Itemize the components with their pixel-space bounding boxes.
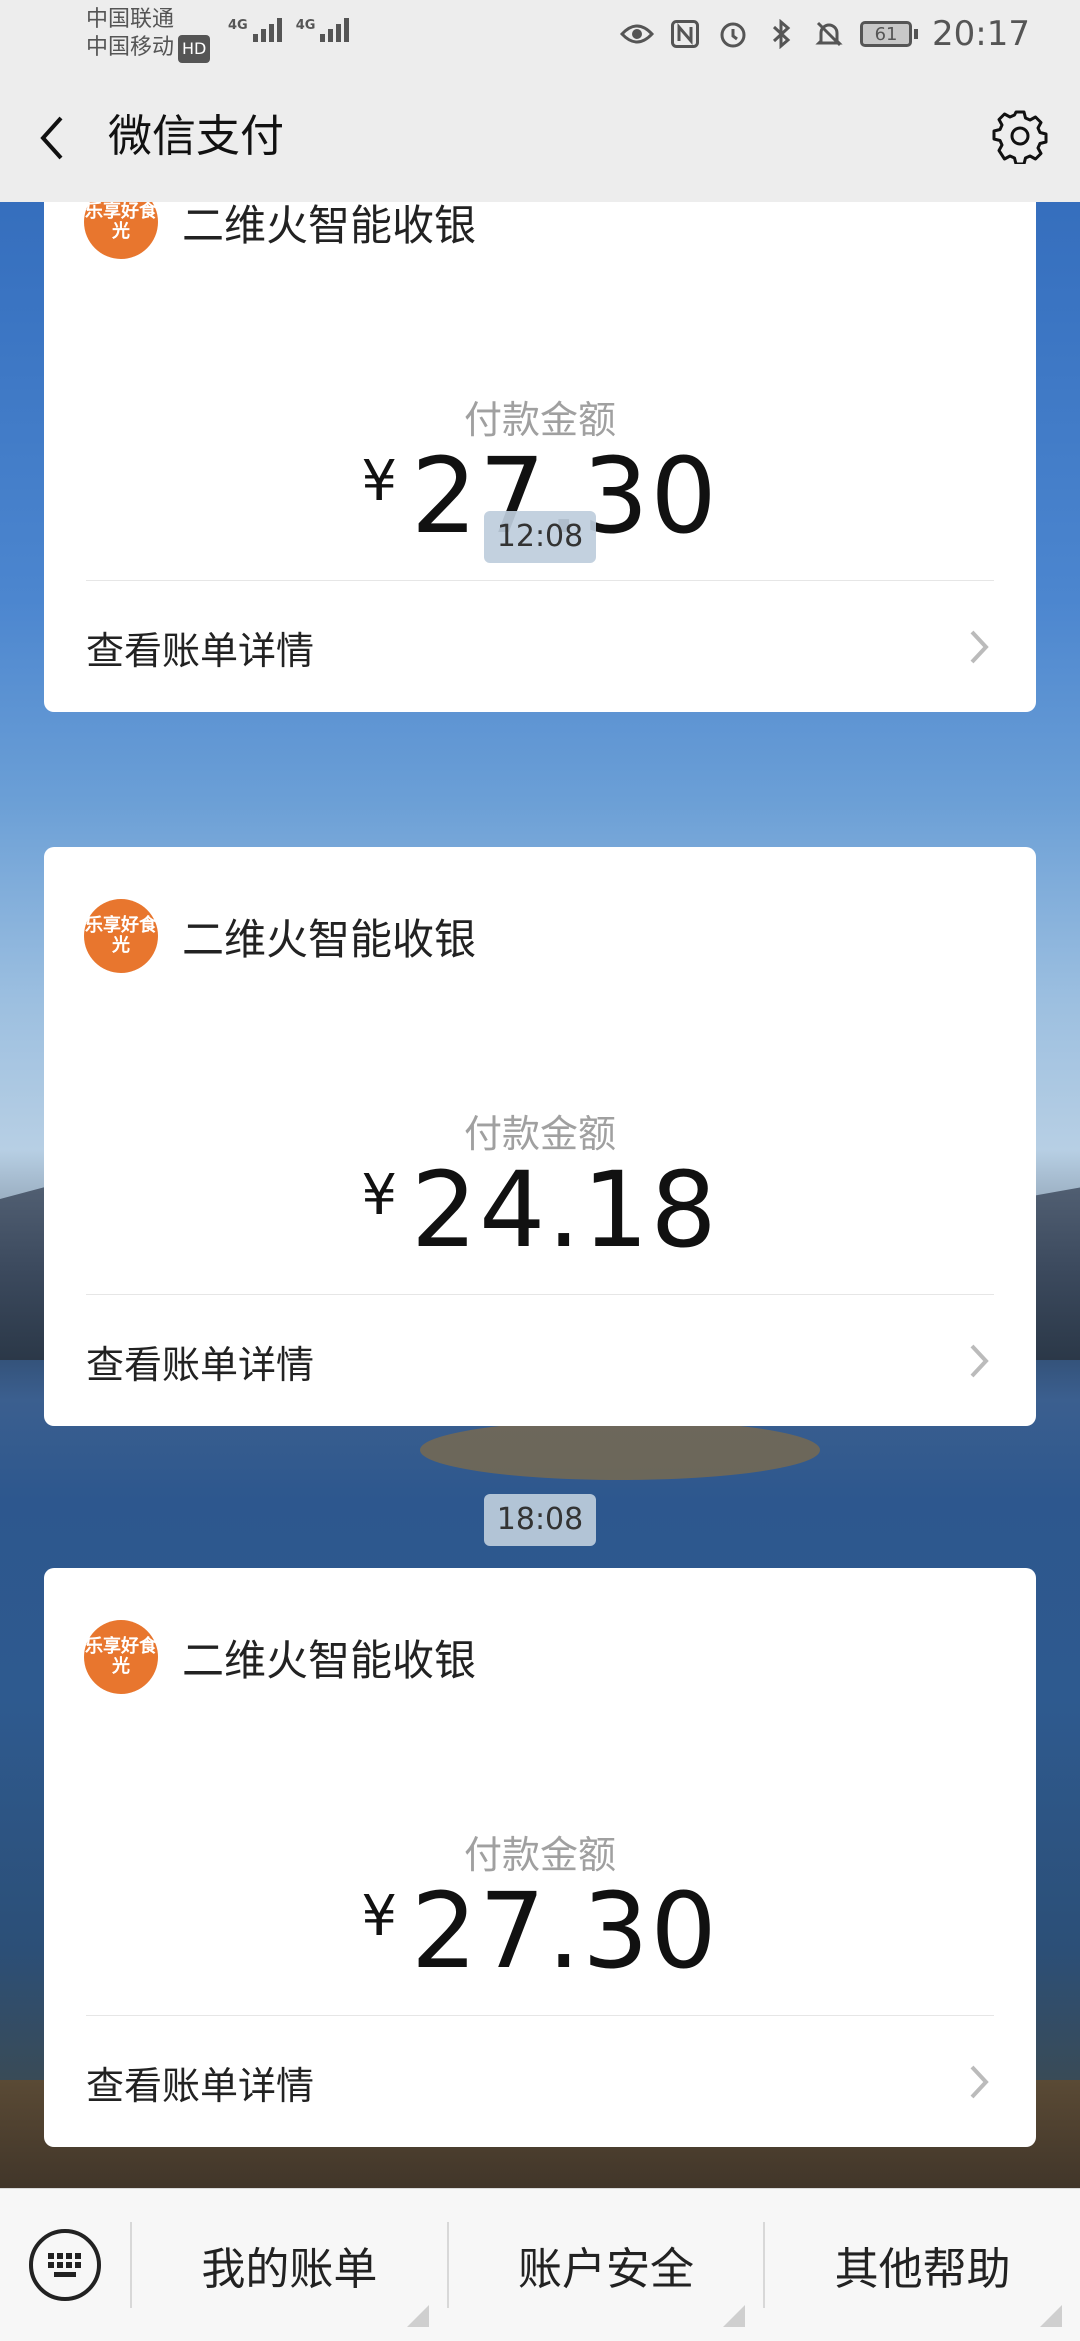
signal-icon: 4G: [228, 18, 282, 42]
network-type-2: 4G: [295, 18, 316, 33]
gear-icon: [992, 110, 1048, 164]
carrier-info: 中国联通 中国移动 HD: [86, 6, 211, 63]
submenu-indicator-icon: [723, 2305, 746, 2327]
notifications-muted-icon: [812, 17, 846, 51]
keyboard-toggle-button[interactable]: [0, 2189, 130, 2341]
menu-label: 账户安全: [518, 2244, 694, 2295]
menu-label: 其他帮助: [834, 2244, 1011, 2295]
payment-card: 乐享好食光 二维火智能收银 付款金额 ¥24.18 查看账单详情: [44, 847, 1036, 1426]
currency-symbol: ¥: [361, 1884, 397, 1949]
divider: [86, 1294, 994, 1295]
menu-my-bills[interactable]: 我的账单: [132, 2189, 447, 2341]
submenu-indicator-icon: [1040, 2305, 1063, 2327]
timestamp-chip: 12:08: [484, 511, 596, 563]
submenu-indicator-icon: [406, 2305, 429, 2327]
currency-symbol: ¥: [361, 449, 397, 514]
signal-indicators: 4G 4G: [228, 18, 350, 42]
keyboard-icon: [29, 2229, 101, 2301]
payment-amount: ¥24.18: [44, 1149, 1036, 1271]
nav-bar: 微信支付: [0, 70, 1080, 202]
amount-value: 24.18: [410, 1149, 719, 1271]
menu-label: 我的账单: [201, 2244, 378, 2295]
payment-card: 乐享好食光 二维火智能收银 付款金额 ¥27.30 查看账单详情: [44, 1568, 1036, 2147]
detail-label: 查看账单详情: [86, 1342, 315, 1387]
card-header: 乐享好食光 二维火智能收银: [84, 899, 476, 973]
currency-symbol: ¥: [361, 1163, 397, 1228]
divider: [86, 2015, 994, 2016]
battery-level: 61: [860, 21, 913, 47]
merchant-name: 二维火智能收银: [182, 1635, 477, 1685]
amount-value: 27.30: [410, 1870, 719, 1992]
signal-icon: 4G: [296, 18, 350, 42]
carrier-1: 中国联通: [86, 7, 175, 32]
card-header: 乐享好食光 二维火智能收银: [84, 1620, 476, 1694]
status-icons: 61 20:17: [620, 14, 1030, 54]
payment-amount: ¥27.30: [44, 1870, 1036, 1992]
view-bill-details-link[interactable]: 查看账单详情: [86, 1297, 994, 1425]
merchant-logo: 乐享好食光: [84, 1620, 158, 1694]
bluetooth-icon: [764, 17, 798, 51]
merchant-logo: 乐享好食光: [84, 899, 158, 973]
merchant-name: 二维火智能收银: [182, 202, 477, 250]
timestamp-chip: 18:08: [484, 1494, 596, 1546]
eye-icon: [620, 17, 655, 51]
alarm-icon: [716, 17, 750, 51]
detail-label: 查看账单详情: [86, 2063, 315, 2108]
menu-other-help[interactable]: 其他帮助: [765, 2189, 1080, 2341]
bottom-menu-bar: 我的账单 账户安全 其他帮助: [0, 2188, 1080, 2341]
hd-badge: HD: [178, 35, 211, 63]
carrier-2: 中国移动: [86, 35, 175, 60]
network-type-1: 4G: [228, 18, 248, 33]
status-bar: 中国联通 中国移动 HD 4G 4G 61 20:17: [0, 0, 1080, 70]
chevron-right-icon: [964, 627, 994, 667]
detail-label: 查看账单详情: [86, 628, 315, 673]
back-button[interactable]: [28, 108, 76, 168]
status-time: 20:17: [932, 14, 1030, 54]
chevron-right-icon: [964, 1341, 994, 1381]
merchant-logo: 乐享好食光: [84, 202, 158, 259]
nfc-icon: [668, 17, 702, 51]
chevron-left-icon: [40, 116, 63, 160]
menu-account-security[interactable]: 账户安全: [449, 2189, 764, 2341]
merchant-name: 二维火智能收银: [182, 914, 477, 964]
view-bill-details-link[interactable]: 查看账单详情: [86, 2018, 994, 2146]
battery-icon: 61: [860, 21, 919, 47]
settings-button[interactable]: [986, 102, 1054, 170]
page-title: 微信支付: [108, 111, 284, 162]
chevron-right-icon: [964, 2062, 994, 2102]
message-list: 乐享好食光 二维火智能收银 付款金额 ¥27.30 查看账单详情 12:08 乐…: [0, 202, 1080, 2188]
card-header: 乐享好食光 二维火智能收银: [84, 202, 476, 259]
payment-card: 乐享好食光 二维火智能收银 付款金额 ¥27.30 查看账单详情: [44, 202, 1036, 712]
view-bill-details-link[interactable]: 查看账单详情: [86, 583, 994, 711]
divider: [86, 580, 994, 581]
